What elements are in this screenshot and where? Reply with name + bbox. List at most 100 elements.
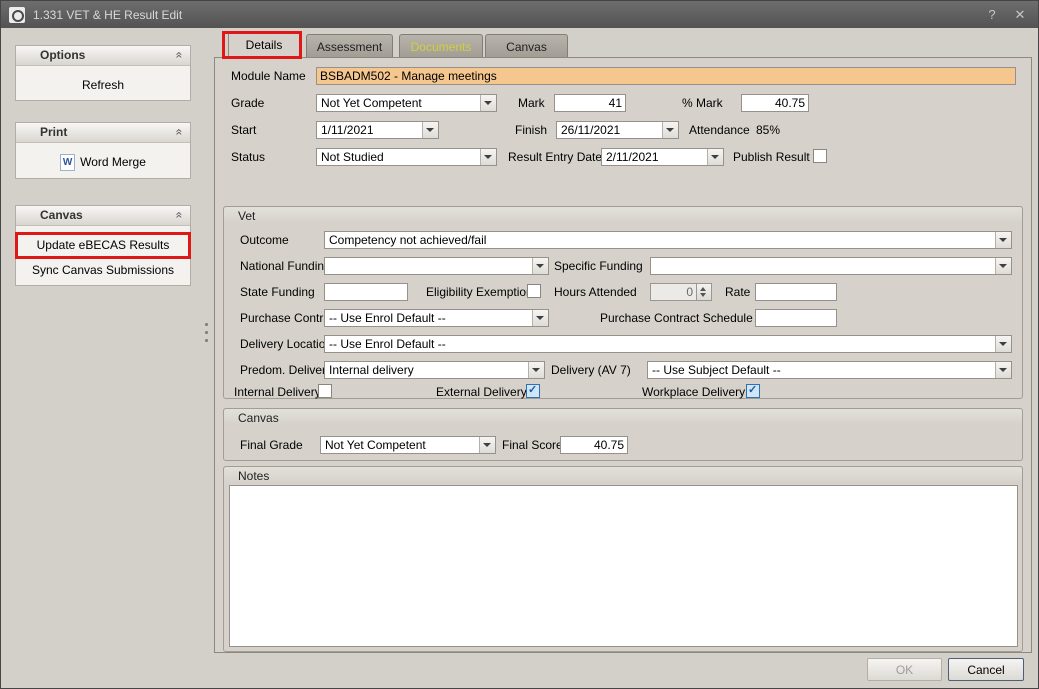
dropdown-arrow-icon[interactable] (662, 122, 678, 138)
collapse-chevron-icon[interactable]: « (173, 129, 187, 136)
print-panel-title: Print (40, 123, 67, 142)
delivery-av7-value: -- Use Subject Default -- (652, 362, 993, 378)
state-funding-field[interactable] (324, 283, 408, 301)
eligibility-exemption-checkbox[interactable] (527, 284, 541, 298)
result-entry-date-label: Result Entry Date (508, 150, 602, 164)
result-entry-date-combo[interactable]: 2/11/2021 (601, 148, 724, 166)
final-grade-combo[interactable]: Not Yet Competent (320, 436, 496, 454)
tab-assessment[interactable]: Assessment (306, 34, 393, 58)
print-panel-body: W Word Merge (16, 143, 190, 175)
purchase-contract-value: -- Use Enrol Default -- (329, 310, 530, 326)
mark-label: Mark (518, 96, 545, 110)
collapse-chevron-icon[interactable]: « (173, 212, 187, 219)
tab-strip: Details Assessment Documents Canvas (214, 31, 1032, 58)
dropdown-arrow-icon[interactable] (995, 362, 1011, 378)
dropdown-arrow-icon[interactable] (479, 437, 495, 453)
spin-down-icon[interactable] (700, 293, 706, 297)
splitter-handle[interactable] (203, 321, 209, 353)
status-combo[interactable]: Not Studied (316, 148, 497, 166)
print-panel-header[interactable]: Print « (16, 123, 190, 143)
options-panel: Options « Refresh (15, 45, 191, 101)
mark-field[interactable] (554, 94, 626, 112)
canvas-panel-title: Canvas (40, 206, 83, 225)
start-date-value: 1/11/2021 (321, 122, 420, 138)
final-score-label: Final Score (502, 438, 563, 452)
notes-textarea[interactable] (229, 485, 1018, 647)
options-panel-header[interactable]: Options « (16, 46, 190, 66)
word-merge-button[interactable]: W Word Merge (16, 150, 190, 175)
external-delivery-label: External Delivery (436, 385, 527, 399)
update-ebecas-results-button[interactable]: Update eBECAS Results (16, 233, 190, 258)
delivery-location-combo[interactable]: -- Use Enrol Default -- (324, 335, 1012, 353)
outcome-combo[interactable]: Competency not achieved/fail (324, 231, 1012, 249)
canvas-panel: Canvas « Update eBECAS Results Sync Canv… (15, 205, 191, 286)
close-button[interactable]: ✕ (1010, 7, 1030, 23)
word-icon: W (60, 154, 75, 171)
dropdown-arrow-icon[interactable] (480, 149, 496, 165)
tab-documents[interactable]: Documents (399, 34, 483, 58)
eligibility-exemption-label: Eligibility Exemption (426, 285, 533, 299)
dropdown-arrow-icon[interactable] (995, 232, 1011, 248)
options-panel-title: Options (40, 46, 85, 65)
cancel-button[interactable]: Cancel (948, 658, 1024, 681)
delivery-av7-combo[interactable]: -- Use Subject Default -- (647, 361, 1012, 379)
specific-funding-combo[interactable] (650, 257, 1012, 275)
dropdown-arrow-icon[interactable] (532, 258, 548, 274)
purchase-contract-schedule-label: Purchase Contract Schedule (600, 311, 753, 325)
state-funding-label: State Funding (240, 285, 315, 299)
collapse-chevron-icon[interactable]: « (173, 52, 187, 59)
grade-combo[interactable]: Not Yet Competent (316, 94, 497, 112)
spinner-buttons[interactable] (696, 284, 711, 300)
finish-date-value: 26/11/2021 (561, 122, 660, 138)
start-date-combo[interactable]: 1/11/2021 (316, 121, 439, 139)
help-button[interactable]: ? (982, 7, 1002, 22)
module-name-field[interactable] (316, 67, 1016, 85)
delivery-location-label: Delivery Location (240, 337, 332, 351)
spin-up-icon[interactable] (700, 287, 706, 291)
predom-delivery-combo[interactable]: Internal delivery (324, 361, 545, 379)
predom-delivery-value: Internal delivery (329, 362, 526, 378)
dropdown-arrow-icon[interactable] (422, 122, 438, 138)
ok-button[interactable]: OK (867, 658, 942, 681)
app-icon (9, 7, 25, 23)
specific-funding-value (655, 258, 993, 274)
canvas-group-title: Canvas (238, 411, 279, 425)
canvas-panel-header[interactable]: Canvas « (16, 206, 190, 226)
canvas-panel-body: Update eBECAS Results Sync Canvas Submis… (16, 226, 190, 283)
tab-canvas[interactable]: Canvas (485, 34, 568, 58)
attendance-value: 85% (756, 123, 780, 137)
finish-date-combo[interactable]: 26/11/2021 (556, 121, 679, 139)
grade-combo-value: Not Yet Competent (321, 95, 478, 111)
grade-label: Grade (231, 96, 264, 110)
purchase-contract-combo[interactable]: -- Use Enrol Default -- (324, 309, 549, 327)
workplace-delivery-label: Workplace Delivery (642, 385, 745, 399)
national-funding-combo[interactable] (324, 257, 549, 275)
dropdown-arrow-icon[interactable] (532, 310, 548, 326)
module-name-label: Module Name (231, 69, 306, 83)
tab-details[interactable]: Details (228, 31, 300, 58)
dropdown-arrow-icon[interactable] (528, 362, 544, 378)
purchase-contract-schedule-field[interactable] (755, 309, 837, 327)
dropdown-arrow-icon[interactable] (995, 336, 1011, 352)
attendance-label: Attendance (689, 123, 750, 137)
notes-group: Notes (223, 466, 1023, 652)
main-panel: Details Assessment Documents Canvas Modu… (214, 31, 1032, 653)
sync-canvas-submissions-button[interactable]: Sync Canvas Submissions (16, 258, 190, 283)
delivery-av7-label: Delivery (AV 7) (551, 363, 631, 377)
hours-attended-spinner[interactable]: 0 (650, 283, 712, 301)
internal-delivery-checkbox[interactable] (318, 384, 332, 398)
pct-mark-field[interactable] (741, 94, 809, 112)
final-score-field[interactable] (560, 436, 628, 454)
workplace-delivery-checkbox[interactable] (746, 384, 760, 398)
external-delivery-checkbox[interactable] (526, 384, 540, 398)
word-merge-label: Word Merge (80, 150, 146, 175)
dropdown-arrow-icon[interactable] (707, 149, 723, 165)
refresh-button[interactable]: Refresh (16, 73, 190, 98)
dropdown-arrow-icon[interactable] (995, 258, 1011, 274)
publish-result-checkbox[interactable] (813, 149, 827, 163)
title-bar: 1.331 VET & HE Result Edit ? ✕ (1, 1, 1038, 28)
dropdown-arrow-icon[interactable] (480, 95, 496, 111)
status-combo-value: Not Studied (321, 149, 478, 165)
internal-delivery-label: Internal Delivery (234, 385, 321, 399)
rate-field[interactable] (755, 283, 837, 301)
